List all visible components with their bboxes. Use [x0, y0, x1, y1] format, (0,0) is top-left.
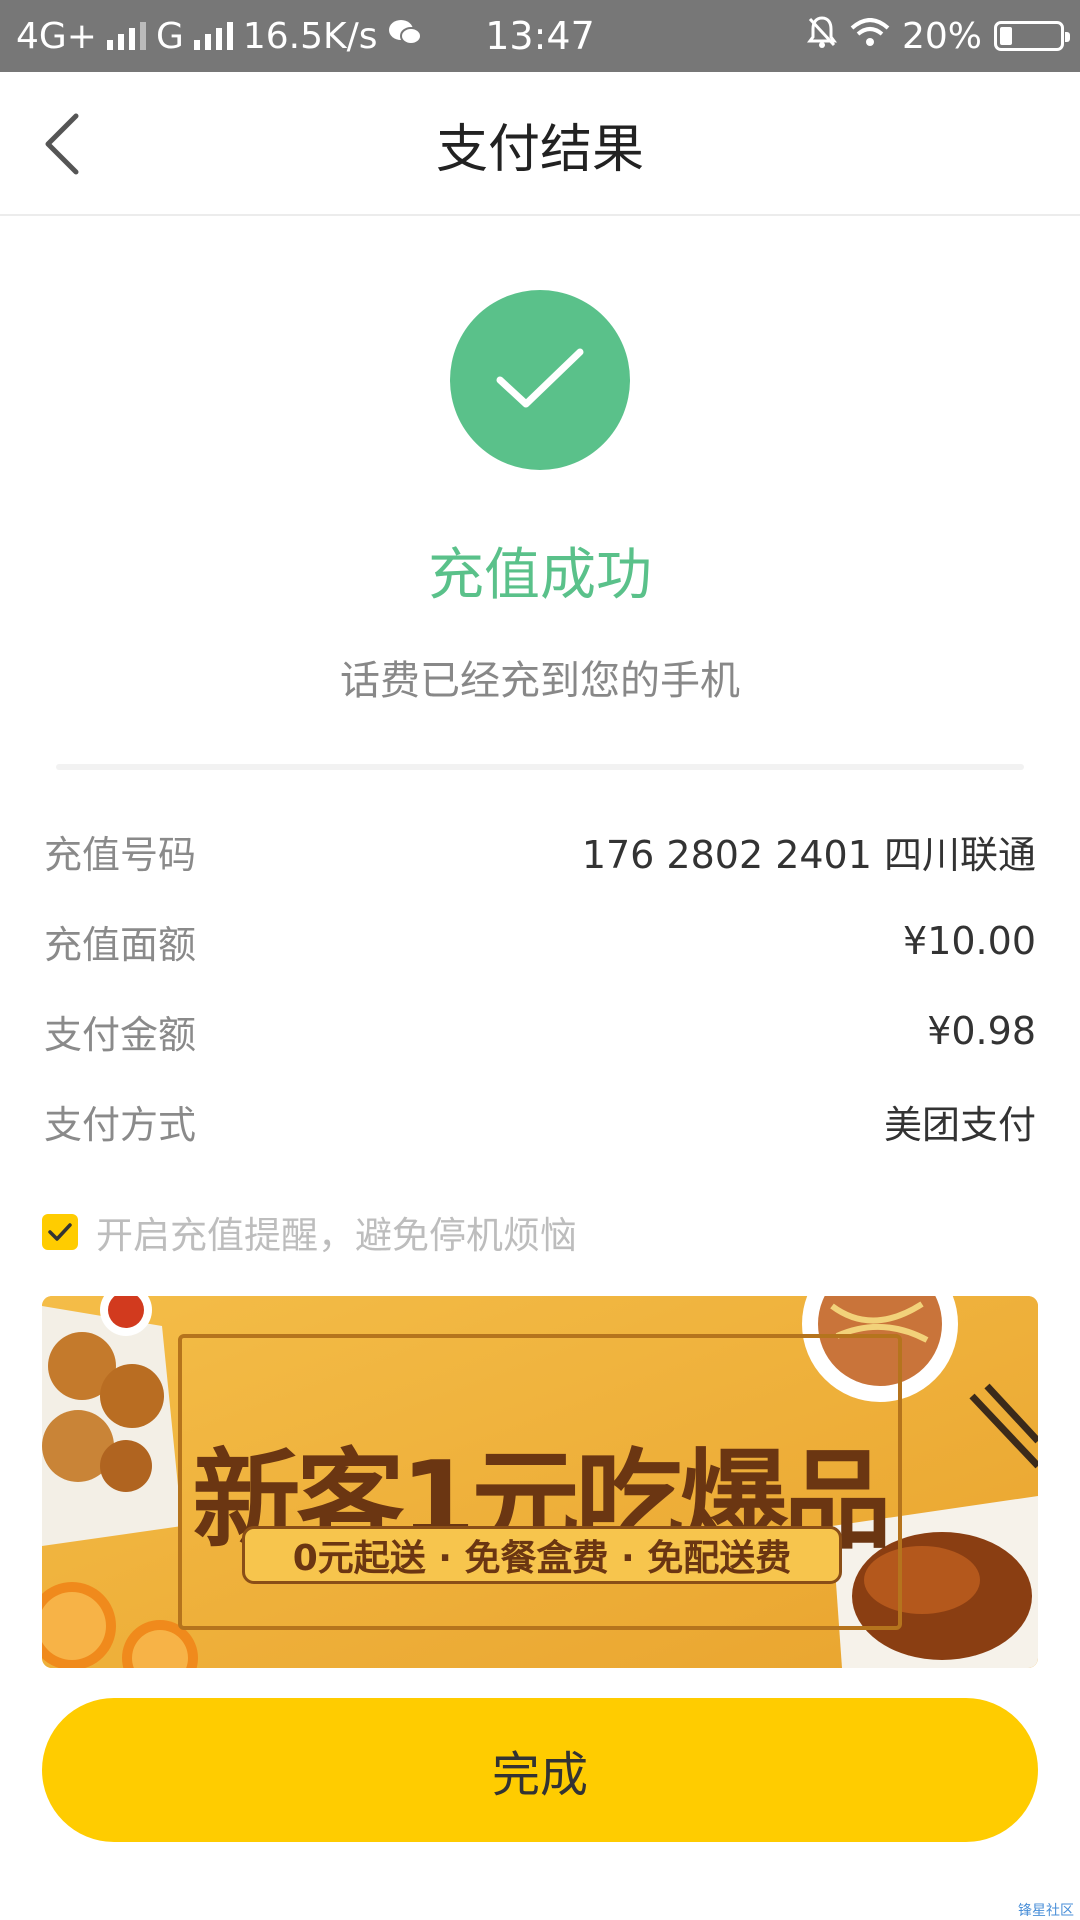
done-button[interactable]: 完成: [42, 1698, 1038, 1842]
detail-row-phone: 充值号码 176 2802 2401 四川联通: [44, 806, 1036, 896]
network-type-primary: 4G+: [16, 15, 97, 57]
result-subtitle: 话费已经充到您的手机: [340, 658, 740, 704]
detail-row-face-value: 充值面额 ¥10.00: [44, 896, 1036, 986]
battery-icon: [994, 21, 1070, 51]
signal-icon: [106, 22, 146, 50]
reminder-label: 开启充值提醒，避免停机烦恼: [96, 1214, 577, 1257]
wifi-icon: [850, 16, 890, 57]
reminder-checkbox[interactable]: [42, 1214, 78, 1250]
result-title: 充值成功: [428, 543, 652, 608]
status-bar-right: 20%: [806, 0, 1070, 72]
detail-row-paid-amount: 支付金额 ¥0.98: [44, 986, 1036, 1076]
promo-banner[interactable]: 新客1元吃爆品 0元起送 · 免餐盒费 · 免配送费: [42, 1296, 1038, 1668]
network-speed: 16.5K/s: [242, 15, 378, 57]
detail-value: ¥10.00: [903, 919, 1036, 963]
wechat-icon: [388, 16, 422, 57]
network-type-secondary: G: [155, 15, 184, 57]
detail-label: 充值号码: [44, 832, 197, 877]
back-button[interactable]: [22, 104, 102, 184]
checkmark-icon: [48, 1223, 72, 1241]
checkmark-icon: [496, 348, 584, 408]
mute-bell-icon: [806, 15, 838, 58]
banner-tagline: 0元起送 · 免餐盒费 · 免配送费: [242, 1526, 842, 1584]
detail-row-payment-method: 支付方式 美团支付: [44, 1076, 1036, 1166]
detail-label: 充值面额: [44, 922, 197, 967]
status-bar-left: 4G+ G 16.5K/s: [16, 0, 422, 72]
signal-icon-secondary: [193, 22, 233, 50]
watermark: 锋星社区: [1018, 1903, 1074, 1919]
order-details: 充值号码 176 2802 2401 四川联通 充值面额 ¥10.00 支付金额…: [44, 806, 1036, 1166]
detail-value: ¥0.98: [927, 1009, 1036, 1053]
success-badge: [450, 290, 630, 470]
divider: [56, 764, 1024, 770]
nav-bar: 支付结果: [0, 72, 1080, 216]
detail-value: 176 2802 2401 四川联通: [581, 832, 1036, 877]
status-bar: 4G+ G 16.5K/s 13:47 20%: [0, 0, 1080, 72]
recharge-reminder[interactable]: 开启充值提醒，避免停机烦恼: [42, 1210, 577, 1257]
detail-value: 美团支付: [883, 1102, 1036, 1147]
battery-level: [1000, 27, 1012, 45]
page-title: 支付结果: [435, 119, 644, 180]
detail-label: 支付方式: [44, 1102, 197, 1147]
battery-percent: 20%: [901, 15, 982, 57]
detail-label: 支付金额: [44, 1012, 197, 1057]
chevron-left-icon: [45, 113, 79, 175]
